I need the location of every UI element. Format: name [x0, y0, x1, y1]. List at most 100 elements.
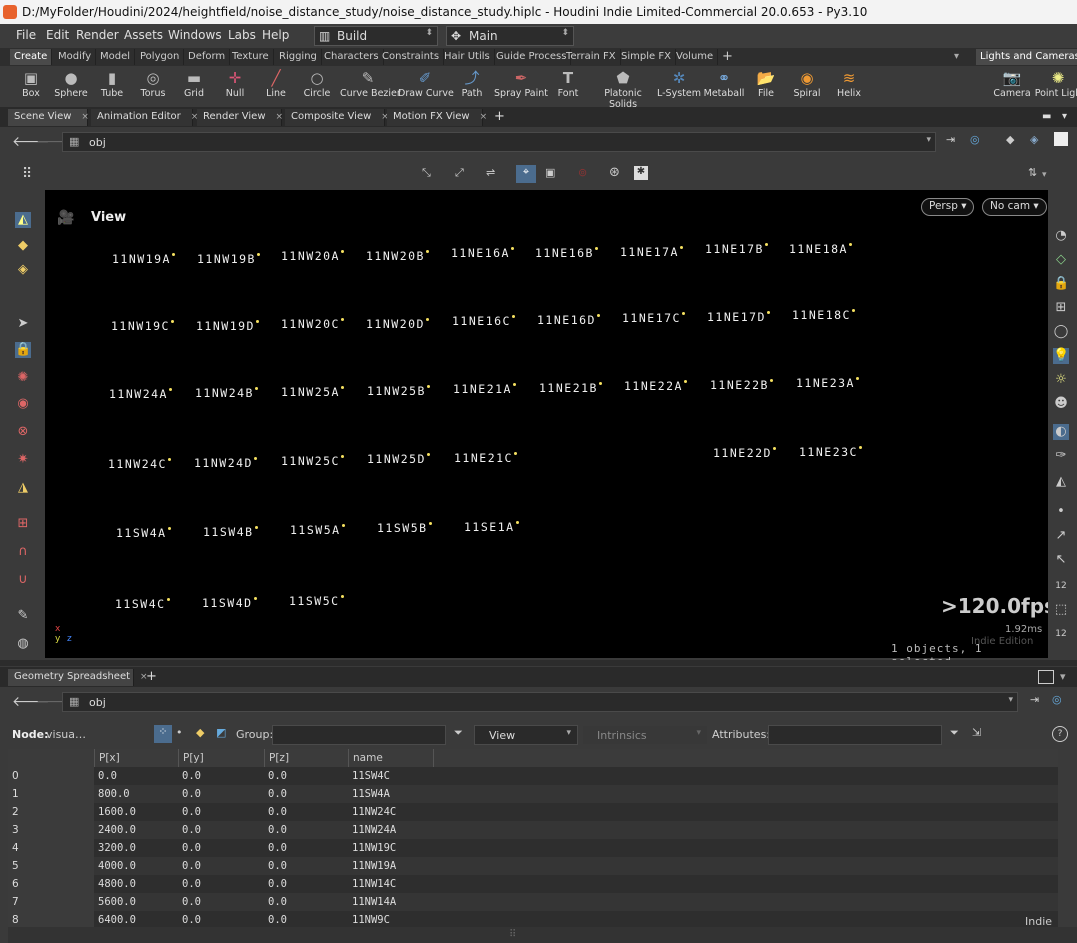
filter-icon[interactable]: ⏷ — [454, 726, 463, 740]
object-label[interactable]: 11NW19D — [196, 319, 259, 333]
shelf-tab-deform[interactable]: Deform — [184, 49, 231, 65]
object-label[interactable]: 11NE23A — [796, 376, 859, 390]
rotate-icon[interactable]: ⊗ — [15, 424, 31, 440]
help-icon[interactable]: ? — [1052, 726, 1068, 742]
object-label[interactable]: 11NE22B — [710, 378, 773, 392]
object-label[interactable]: 11SW4C — [115, 597, 170, 611]
brush-icon[interactable]: ✎ — [15, 608, 31, 624]
object-label[interactable]: 11NE23C — [799, 445, 862, 459]
object-label[interactable]: 11NE17B — [705, 242, 768, 256]
lock-icon[interactable]: 🔒 — [15, 342, 31, 358]
shelf-tab-hair-utils[interactable]: Hair Utils — [440, 49, 495, 65]
tab-render-view[interactable]: Render View × — [197, 109, 283, 126]
point-display-icon[interactable]: • — [1053, 504, 1069, 520]
col-header-py[interactable]: P[y] — [178, 749, 264, 767]
object-label[interactable]: 11NW24B — [195, 386, 258, 400]
object-label[interactable]: 11NE16C — [452, 314, 515, 328]
object-label[interactable]: 11NE21C — [454, 451, 517, 465]
snap-grid-icon[interactable]: ⊞ — [15, 516, 31, 532]
grid-dots-icon[interactable]: ⠿ — [22, 166, 32, 182]
add-pane-tab-icon[interactable]: + — [488, 107, 511, 124]
persp-menu-button[interactable]: Persp ▾ — [921, 198, 975, 216]
lightbulb-icon[interactable]: 💡 — [1053, 348, 1069, 364]
record-icon[interactable]: ⊚ — [578, 166, 587, 179]
object-label[interactable]: 11NW24A — [109, 387, 172, 401]
link-icon[interactable]: ◎ — [1052, 693, 1062, 706]
menu-help[interactable]: Help — [262, 28, 289, 42]
filter-icon[interactable]: ⏷ — [950, 726, 959, 740]
object-label[interactable]: 11SW5A — [290, 523, 345, 537]
object-label[interactable]: 11NW20A — [281, 249, 344, 263]
close-tab-icon[interactable]: × — [480, 112, 488, 122]
add-shelf-tab-icon[interactable]: + — [718, 47, 737, 64]
camera-view-icon[interactable]: ⌖ — [516, 165, 536, 183]
tool-font[interactable]: T Font — [544, 68, 592, 106]
shelf-tab-volume[interactable]: Volume — [672, 49, 719, 65]
object-label[interactable]: 11SW5B — [377, 521, 432, 535]
object-label[interactable]: 11NE22A — [624, 379, 687, 393]
tool-circle[interactable]: ○ Circle — [293, 68, 341, 106]
lock-camera-icon[interactable]: 🔒 — [1053, 276, 1069, 292]
light-icon[interactable]: ☼ — [1053, 372, 1069, 388]
wireframe-icon[interactable]: ◇ — [1053, 252, 1069, 268]
object-label[interactable]: 11NW25B — [367, 384, 430, 398]
detail-mode-icon[interactable]: ◩ — [216, 726, 226, 739]
scene-path-field[interactable]: ▦ obj ▾ — [62, 132, 936, 152]
tab-scene-view[interactable]: Scene View × — [8, 109, 89, 126]
col-header-px[interactable]: P[x] — [94, 749, 178, 767]
object-label[interactable]: 11NE16D — [537, 313, 600, 327]
ghost-icon[interactable]: ◐ — [1053, 424, 1069, 440]
vertex-icon[interactable]: ⬚ — [1053, 602, 1069, 618]
shelf-tab-simple-fx[interactable]: Simple FX — [617, 49, 676, 65]
resize-grip-icon[interactable]: ⠿ — [509, 929, 516, 940]
object-label[interactable]: 11SW4A — [116, 526, 171, 540]
object-label[interactable]: 11NW25C — [281, 454, 344, 468]
shelf-tab-texture[interactable]: Texture — [228, 49, 274, 65]
link-icon[interactable]: ◎ — [970, 133, 980, 146]
object-label[interactable]: 11NW24D — [194, 456, 257, 470]
prim-normal-icon[interactable]: ↖ — [1053, 552, 1069, 568]
visibility-icon[interactable]: ◔ — [1053, 228, 1069, 244]
orient-icon[interactable]: ⤢ — [455, 166, 464, 180]
object-label[interactable]: 11NW19A — [112, 252, 175, 266]
col-header-pz[interactable]: P[z] — [264, 749, 348, 767]
no-cam-menu-button[interactable]: No cam ▾ — [982, 198, 1047, 216]
object-label[interactable]: 11NE18C — [792, 308, 855, 322]
point-number-icon[interactable]: 12 — [1053, 578, 1069, 594]
pane-menu-icon[interactable]: ▾ — [1056, 109, 1073, 126]
tab-geometry-spreadsheet[interactable]: Geometry Spreadsheet × — [8, 669, 148, 686]
shelf-tab-modify[interactable]: Modify — [54, 49, 97, 65]
shelf-tab-model[interactable]: Model — [96, 49, 136, 65]
tab-composite-view[interactable]: Composite View × — [285, 109, 389, 126]
snap-icon[interactable]: ⇌ — [486, 166, 495, 179]
pointer-icon[interactable]: ➤ — [15, 316, 31, 332]
grid-toggle-icon[interactable]: ⊞ — [1053, 300, 1069, 316]
shading-icon[interactable]: ◈ — [1030, 133, 1038, 146]
prim-number-icon[interactable]: 12 — [1053, 626, 1069, 642]
primitives-mode-icon[interactable]: ◆ — [196, 726, 204, 739]
scatter-icon[interactable]: ✺ — [15, 370, 31, 386]
object-label[interactable]: 11NE17D — [707, 310, 770, 324]
context-selector[interactable]: ✥ Main ⬍ — [446, 26, 574, 46]
shelf-tab-create[interactable]: Create — [10, 49, 53, 65]
tool-l-system[interactable]: ✲ L-System — [655, 68, 703, 106]
menu-assets[interactable]: Assets — [124, 28, 163, 42]
menu-file[interactable]: File — [16, 28, 36, 42]
display-icon[interactable]: ◭ — [1053, 474, 1069, 490]
paint-icon[interactable]: ◉ — [15, 396, 31, 412]
template-icon[interactable]: ✑ — [1053, 448, 1069, 464]
menu-windows[interactable]: Windows — [168, 28, 222, 42]
add-pane-tab-icon[interactable]: + — [140, 667, 163, 684]
shelf-tab-terrain-fx[interactable]: Terrain FX — [562, 49, 621, 65]
tab-motion-fx-view[interactable]: Motion FX View × — [387, 109, 487, 126]
object-label[interactable]: 11SE1A — [464, 520, 519, 534]
pane-menu-icon[interactable]: ▾ — [1060, 670, 1066, 683]
shelf-tab-characters[interactable]: Characters — [320, 49, 384, 65]
scene-viewport[interactable]: 🎥 View Persp ▾ No cam ▾ 11NW19A 11NW19B 11… — [45, 190, 1056, 668]
object-label[interactable]: 11NW19B — [197, 252, 260, 266]
tool-camera[interactable]: 📷 Camera — [988, 68, 1036, 106]
shade-icon[interactable]: ◯ — [1053, 324, 1069, 340]
object-label[interactable]: 11NW20C — [281, 317, 344, 331]
tab-animation-editor[interactable]: Animation Editor × — [91, 109, 198, 126]
shelf-tab-rigging[interactable]: Rigging — [275, 49, 322, 65]
